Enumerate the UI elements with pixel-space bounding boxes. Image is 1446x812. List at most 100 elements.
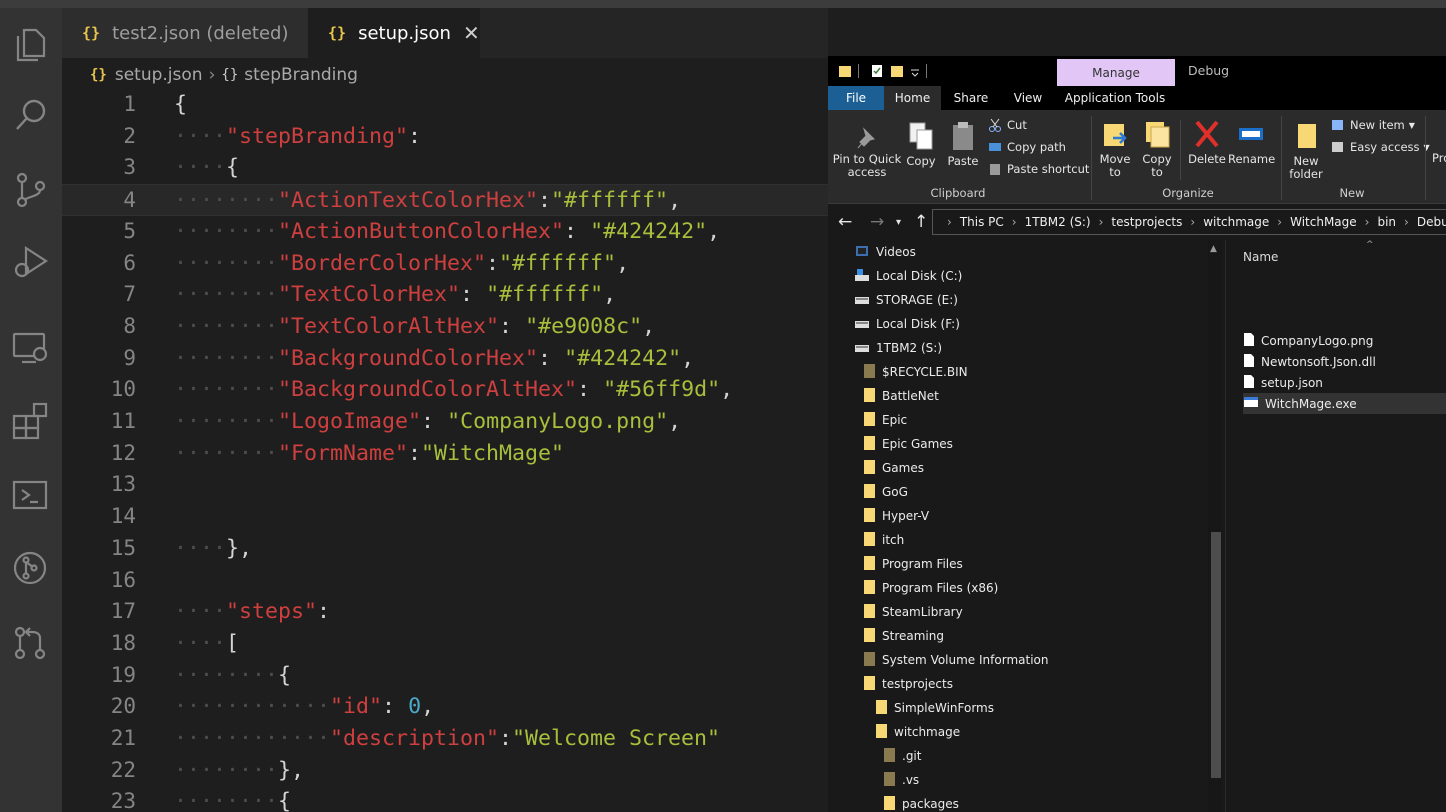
code-line[interactable]: 19 ········{ — [62, 660, 828, 692]
tab-application-tools[interactable]: Application Tools — [1055, 86, 1175, 110]
code-line[interactable]: 21 ············"description":"Welcome Scr… — [62, 723, 828, 755]
paste-button[interactable]: Paste — [944, 120, 982, 168]
code-line[interactable]: 10 ········"BackgroundColorAltHex": "#56f… — [62, 374, 828, 406]
code-line[interactable]: 1{ — [62, 89, 828, 121]
remote-explorer-icon[interactable] — [10, 326, 52, 368]
nav-item[interactable]: Hyper-V — [862, 504, 929, 528]
file-item[interactable]: setup.json — [1243, 372, 1446, 393]
files-icon[interactable] — [10, 24, 52, 66]
nav-item[interactable]: itch — [862, 528, 904, 552]
manage-contextual-tab[interactable]: Manage — [1057, 59, 1175, 86]
up-arrow-icon[interactable]: ↑ — [914, 212, 928, 232]
paste-shortcut-button[interactable]: Paste shortcut — [988, 160, 1089, 178]
code-line[interactable]: 13 — [62, 469, 828, 501]
tab-home[interactable]: Home — [884, 86, 941, 110]
new-folder-icon[interactable] — [890, 64, 904, 78]
address-bar[interactable]: › This PC › 1TBM2 (S:) › testprojects › … — [932, 209, 1446, 235]
code-line[interactable]: 15 ····}, — [62, 533, 828, 565]
nav-scrollbar[interactable]: ▲ — [1208, 240, 1222, 812]
code-line[interactable]: 9 ········"BackgroundColorHex": "#424242"… — [62, 343, 828, 375]
cut-button[interactable]: Cut — [988, 116, 1027, 134]
nav-item[interactable]: packages — [882, 792, 959, 812]
code-line[interactable]: 23 ········{ — [62, 786, 828, 812]
move-to-button[interactable]: Move to — [1096, 118, 1134, 179]
code-line[interactable]: 6 ········"BorderColorHex":"#ffffff", — [62, 248, 828, 280]
nav-item[interactable]: .vs — [882, 768, 919, 792]
nav-item[interactable]: System Volume Information — [862, 648, 1048, 672]
nav-item[interactable]: 1TBM2 (S:) — [854, 336, 942, 360]
nav-item[interactable]: Games — [862, 456, 924, 480]
properties-icon[interactable] — [870, 64, 884, 78]
scrollbar-thumb[interactable] — [1211, 532, 1221, 778]
navigation-pane[interactable]: ▲ Videos Local Disk (C:) STORAGE (E:) Local… — [828, 240, 1223, 812]
address-segment[interactable]: Debug — [1417, 215, 1446, 229]
nav-item[interactable]: Streaming — [862, 624, 944, 648]
new-item-button[interactable]: New item ▼ — [1331, 116, 1415, 134]
nav-item[interactable]: STORAGE (E:) — [854, 288, 958, 312]
nav-item[interactable]: Program Files (x86) — [862, 576, 998, 600]
nav-item[interactable]: Videos — [854, 240, 916, 264]
code-line[interactable]: 18 ····[ — [62, 628, 828, 660]
column-header-name[interactable]: Name — [1243, 250, 1278, 264]
file-item[interactable]: WitchMage.exe — [1243, 393, 1446, 414]
nav-item[interactable]: BattleNet — [862, 384, 939, 408]
code-line[interactable]: 4 ········"ActionTextColorHex":"#ffffff", — [62, 184, 828, 216]
tab-setup-json[interactable]: {} setup.json ✕ — [308, 8, 480, 58]
code-line[interactable]: 17 ····"steps": — [62, 596, 828, 628]
nav-item[interactable]: $RECYCLE.BIN — [862, 360, 968, 384]
code-line[interactable]: 12 ········"FormName":"WitchMage" — [62, 438, 828, 470]
pull-request-icon[interactable] — [10, 622, 52, 664]
recent-locations-chevron-icon[interactable]: ▾ — [896, 217, 901, 228]
address-segment[interactable]: bin — [1377, 215, 1396, 229]
copy-path-button[interactable]: Copy path — [988, 138, 1066, 156]
code-line[interactable]: 11 ········"LogoImage": "CompanyLogo.png"… — [62, 406, 828, 438]
close-icon[interactable]: ✕ — [463, 21, 480, 45]
code-line[interactable]: 22 ········}, — [62, 755, 828, 787]
properties-button[interactable]: Pro — [1432, 152, 1446, 165]
code-line[interactable]: 3 ····{ — [62, 152, 828, 184]
file-list-pane[interactable]: ^ Name CompanyLogo.png Newtonsoft.Json.dl… — [1225, 240, 1446, 812]
nav-item[interactable]: .git — [882, 744, 921, 768]
scroll-up-icon[interactable]: ▲ — [1210, 244, 1217, 254]
extensions-icon[interactable] — [10, 400, 52, 442]
code-line[interactable]: 14 — [62, 501, 828, 533]
breadcrumb-symbol[interactable]: stepBranding — [244, 65, 358, 85]
file-item[interactable]: CompanyLogo.png — [1243, 330, 1446, 351]
address-segment[interactable]: This PC — [960, 215, 1004, 229]
code-line[interactable]: 8 ········"TextColorAltHex": "#e9008c", — [62, 311, 828, 343]
tab-test2-json[interactable]: {} test2.json (deleted) — [62, 8, 308, 58]
address-segment[interactable]: 1TBM2 (S:) — [1025, 215, 1091, 229]
nav-item[interactable]: witchmage — [874, 720, 960, 744]
address-segment[interactable]: witchmage — [1203, 215, 1269, 229]
source-control-icon[interactable] — [10, 168, 52, 210]
forward-arrow-icon[interactable]: → — [870, 212, 884, 232]
chevron-down-icon[interactable] — [910, 64, 920, 78]
code-line[interactable]: 7 ········"TextColorHex": "#ffffff", — [62, 279, 828, 311]
nav-item[interactable]: Local Disk (F:) — [854, 312, 960, 336]
tab-view[interactable]: View — [1001, 86, 1055, 110]
code-line[interactable]: 5 ········"ActionButtonColorHex": "#42424… — [62, 216, 828, 248]
easy-access-button[interactable]: Easy access ▼ — [1331, 138, 1430, 156]
search-icon[interactable] — [10, 94, 52, 136]
code-line[interactable]: 2 ····"stepBranding": — [62, 121, 828, 153]
run-debug-icon[interactable] — [10, 240, 52, 282]
breadcrumb-file[interactable]: setup.json — [115, 65, 203, 85]
back-arrow-icon[interactable]: ← — [838, 212, 852, 232]
tab-share[interactable]: Share — [941, 86, 1001, 110]
code-editor[interactable]: 1{2 ····"stepBranding": 3 ····{4 ········"Ac… — [62, 89, 828, 812]
nav-item[interactable]: Program Files — [862, 552, 963, 576]
nav-item[interactable]: Epic Games — [862, 432, 953, 456]
copy-to-button[interactable]: Copy to — [1138, 118, 1176, 179]
tab-file[interactable]: File — [828, 86, 884, 110]
git-graph-icon[interactable] — [10, 548, 52, 590]
rename-button[interactable]: Rename — [1228, 118, 1275, 166]
code-line[interactable]: 20 ············"id": 0, — [62, 691, 828, 723]
copy-button[interactable]: Copy — [902, 120, 940, 168]
nav-item[interactable]: Local Disk (C:) — [854, 264, 962, 288]
delete-button[interactable]: Delete — [1186, 118, 1228, 166]
nav-item[interactable]: Epic — [862, 408, 907, 432]
terminal-icon[interactable] — [10, 474, 52, 516]
nav-item[interactable]: SteamLibrary — [862, 600, 963, 624]
address-segment[interactable]: testprojects — [1111, 215, 1182, 229]
pin-to-quick-access-button[interactable]: Pin to Quick access — [832, 124, 902, 179]
